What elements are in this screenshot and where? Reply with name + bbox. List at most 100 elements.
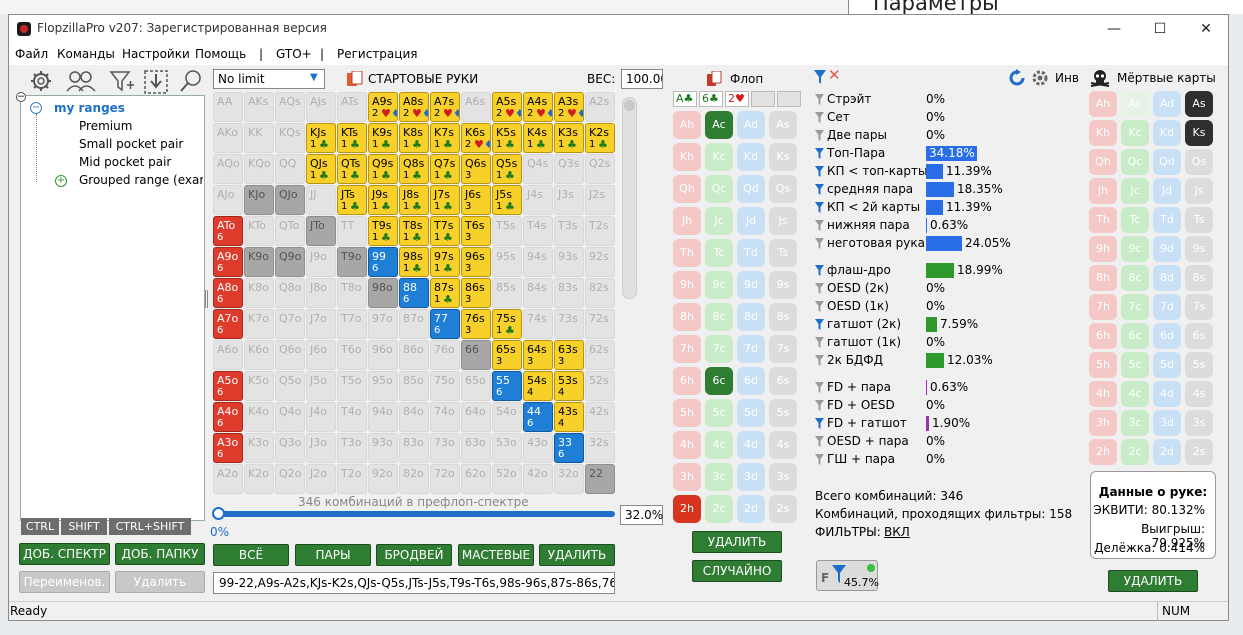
gear-icon[interactable]: [29, 69, 53, 93]
hand-cell[interactable]: T4s: [523, 216, 553, 246]
hand-cell[interactable]: 32s: [585, 433, 615, 463]
filter-toggle-icon[interactable]: [815, 454, 824, 465]
hand-cell[interactable]: A8o 6: [213, 278, 243, 308]
hand-cell[interactable]: 85s: [492, 278, 522, 308]
menu-help[interactable]: Помощь: [195, 47, 246, 61]
clear-filters-icon[interactable]: ✕: [828, 66, 841, 84]
hand-cell[interactable]: K4s 1 ♣: [523, 123, 553, 153]
flop-card[interactable]: Jd: [737, 207, 765, 235]
grid-scrollbar[interactable]: [622, 97, 637, 299]
hand-cell[interactable]: 84o: [399, 402, 429, 432]
filter-toggle-icon[interactable]: [815, 337, 824, 348]
hand-cell[interactable]: 33 6: [554, 433, 584, 463]
hand-cell[interactable]: A7o 6: [213, 309, 243, 339]
hand-cell[interactable]: J6s 3: [461, 185, 491, 215]
flop-card[interactable]: 5d: [737, 399, 765, 427]
stat-row[interactable]: Две пары 0%: [815, 127, 1030, 144]
flop-card[interactable]: 7d: [737, 335, 765, 363]
hand-cell[interactable]: 94o: [368, 402, 398, 432]
hand-cell[interactable]: 54o: [492, 402, 522, 432]
refresh-icon[interactable]: [1008, 69, 1026, 87]
hand-cell[interactable]: 52o: [492, 464, 522, 494]
hand-cell[interactable]: 97o: [368, 309, 398, 339]
hand-cell[interactable]: JJ: [306, 185, 336, 215]
dead-card[interactable]: 3d: [1153, 410, 1181, 436]
hand-cell[interactable]: Q7s 1 ♣: [430, 154, 460, 184]
import-icon[interactable]: [143, 69, 169, 95]
dead-card[interactable]: Tc: [1121, 207, 1149, 233]
ctrl-shift-key[interactable]: CTRL+SHIFT: [109, 518, 191, 535]
slider-handle[interactable]: [212, 507, 225, 520]
hand-cell[interactable]: Q9o: [275, 247, 305, 277]
stat-row[interactable]: OESD + пара 0%: [815, 433, 1030, 450]
tree-item[interactable]: Small pocket pair: [79, 137, 183, 151]
flop-card[interactable]: 9d: [737, 271, 765, 299]
flop-card[interactable]: 7s: [769, 335, 797, 363]
hand-cell[interactable]: 72s: [585, 309, 615, 339]
hand-cell[interactable]: AJs: [306, 92, 336, 122]
flop-slot[interactable]: 2♥: [725, 91, 749, 107]
filter-add-icon[interactable]: [109, 69, 135, 93]
stat-row[interactable]: Сет 0%: [815, 109, 1030, 126]
stat-row[interactable]: гатшот (2к) 7.59%: [815, 316, 1030, 333]
tree-item[interactable]: Grouped range (exar: [79, 173, 203, 187]
dead-card[interactable]: 3s: [1185, 410, 1213, 436]
hand-cell[interactable]: 76s 3: [461, 309, 491, 339]
hand-cell[interactable]: AKo: [213, 123, 243, 153]
hand-cell[interactable]: AA: [213, 92, 243, 122]
flop-card[interactable]: Th: [673, 239, 701, 267]
dead-card[interactable]: 6h: [1089, 323, 1117, 349]
filter-toggle-icon[interactable]: [815, 184, 824, 195]
dead-card[interactable]: Jc: [1121, 178, 1149, 204]
hand-cell[interactable]: AJo: [213, 185, 243, 215]
tree-item[interactable]: Premium: [79, 119, 132, 133]
dead-card[interactable]: 8h: [1089, 265, 1117, 291]
select-pairs-button[interactable]: ПАРЫ: [295, 544, 371, 566]
hand-cell[interactable]: Q5o: [275, 371, 305, 401]
stat-row[interactable]: нижняя пара 0.63%: [815, 217, 1030, 234]
flop-card[interactable]: 4c: [705, 431, 733, 459]
shift-key[interactable]: SHIFT: [61, 518, 107, 535]
flop-card[interactable]: 7h: [673, 335, 701, 363]
settings-gear-icon[interactable]: [1031, 69, 1049, 87]
flop-card[interactable]: 9c: [705, 271, 733, 299]
hand-cell[interactable]: 82s: [585, 278, 615, 308]
flop-card[interactable]: 6c: [705, 367, 733, 395]
stat-row[interactable]: Стрэйт 0%: [815, 91, 1030, 108]
hand-cell[interactable]: KQs: [275, 123, 305, 153]
delete-range-button[interactable]: Удалить: [115, 571, 205, 593]
hand-cell[interactable]: KK: [244, 123, 274, 153]
hand-cell[interactable]: Q5s 1 ♣: [492, 154, 522, 184]
filter-icon[interactable]: [813, 69, 827, 85]
hand-cell[interactable]: QQ: [275, 154, 305, 184]
hand-cell[interactable]: 92o: [368, 464, 398, 494]
hand-cell[interactable]: 63o: [461, 433, 491, 463]
hand-cell[interactable]: J3s: [554, 185, 584, 215]
rename-button[interactable]: Переименов.: [19, 571, 110, 593]
hand-cell[interactable]: KTo: [244, 216, 274, 246]
stat-row[interactable]: FD + OESD 0%: [815, 397, 1030, 414]
hand-cell[interactable]: 72o: [430, 464, 460, 494]
flop-card[interactable]: 6d: [737, 367, 765, 395]
hand-cell[interactable]: 74s: [523, 309, 553, 339]
dead-card[interactable]: 5h: [1089, 352, 1117, 378]
tree-collapse-icon[interactable]: −: [30, 102, 42, 114]
dead-card[interactable]: 9d: [1153, 236, 1181, 262]
dead-card[interactable]: 5d: [1153, 352, 1181, 378]
filter-toggle-icon[interactable]: [815, 436, 824, 447]
hand-cell[interactable]: T8o: [337, 278, 367, 308]
hand-cell[interactable]: T6o: [337, 340, 367, 370]
hand-cell[interactable]: K5o: [244, 371, 274, 401]
close-button[interactable]: ✕: [1183, 15, 1229, 43]
hand-cell[interactable]: J5o: [306, 371, 336, 401]
hand-cell[interactable]: 62o: [461, 464, 491, 494]
slider-value-input[interactable]: 32.0%: [620, 505, 663, 525]
flop-card[interactable]: 8s: [769, 303, 797, 331]
dead-card[interactable]: Ac: [1121, 91, 1149, 117]
hand-cell[interactable]: T3s: [554, 216, 584, 246]
stat-row[interactable]: 2к БДФД 12.03%: [815, 352, 1030, 369]
hand-cell[interactable]: K4o: [244, 402, 274, 432]
flop-card[interactable]: 4h: [673, 431, 701, 459]
hand-cell[interactable]: 74o: [430, 402, 460, 432]
hand-cell[interactable]: Q2s: [585, 154, 615, 184]
